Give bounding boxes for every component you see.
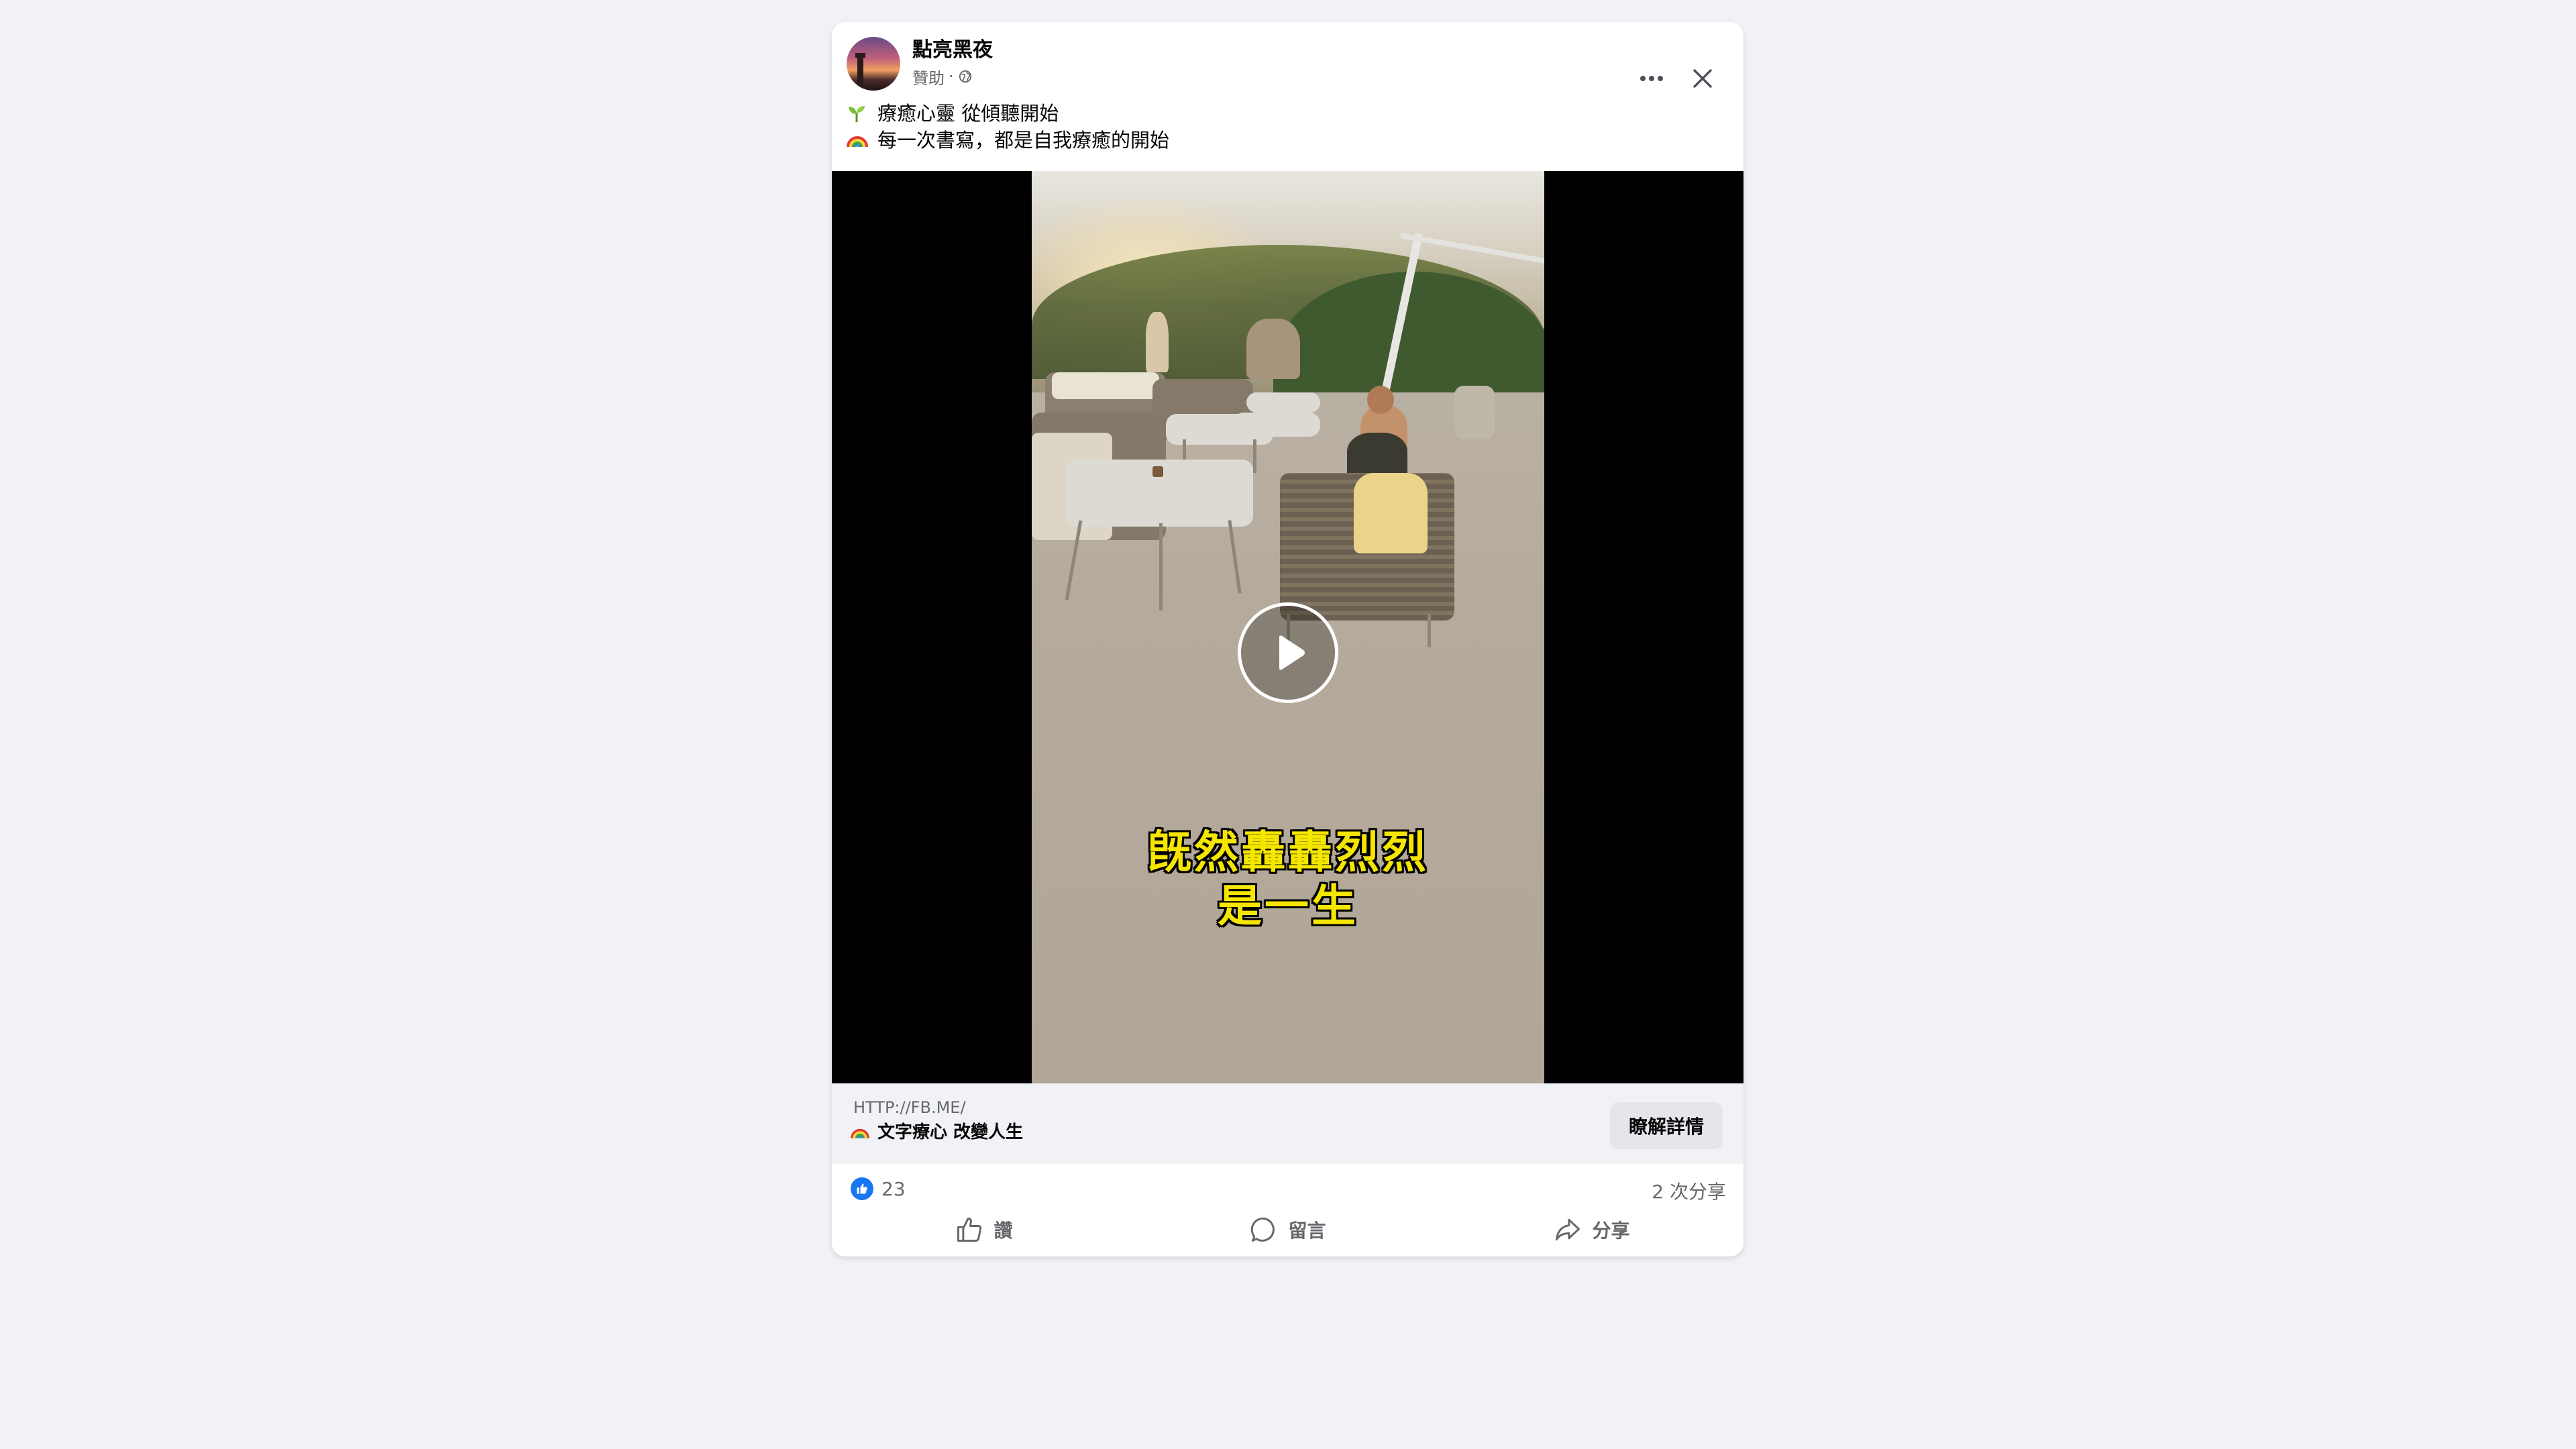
page-name-link[interactable]: 點亮黑夜 — [912, 37, 993, 64]
rainbow-icon — [847, 130, 869, 150]
link-title-text: 文字療心 改變人生 — [877, 1122, 1024, 1142]
play-icon[interactable] — [1238, 602, 1338, 703]
cup — [1152, 466, 1163, 477]
like-reaction-icon — [851, 1177, 873, 1200]
chair-cushion — [1354, 473, 1428, 553]
like-label: 讚 — [994, 1220, 1013, 1242]
action-bar: 讚 留言 分享 — [832, 1210, 1743, 1250]
page-avatar[interactable] — [847, 37, 900, 91]
sponsored-post-card: 點亮黑夜 贊助 · 療癒心靈 從傾聽開始 每一次書寫，都是自我療癒的開始 旣然轟… — [832, 22, 1743, 1256]
table-leg — [1253, 439, 1256, 473]
link-title: 文字療心 改變人生 — [851, 1121, 1023, 1144]
comment-label: 留言 — [1288, 1220, 1326, 1242]
side-table — [1246, 392, 1320, 413]
link-url: HTTP://FB.ME/ — [853, 1098, 966, 1117]
post-line-text: 每一次書寫，都是自我療癒的開始 — [877, 129, 1170, 152]
share-label: 分享 — [1592, 1220, 1630, 1242]
reactions-summary[interactable]: 23 — [851, 1177, 906, 1200]
chair-leg — [1428, 614, 1431, 647]
globe-icon — [959, 70, 971, 83]
guest-figure — [1146, 312, 1169, 372]
share-count[interactable]: 2 次分享 — [1652, 1177, 1726, 1204]
post-meta: 贊助 · — [912, 65, 973, 88]
share-icon — [1556, 1218, 1580, 1241]
more-options-icon[interactable] — [1634, 61, 1669, 96]
chair-cushion — [1052, 372, 1159, 399]
guest-figure — [1246, 319, 1300, 379]
like-button[interactable]: 讚 — [832, 1210, 1136, 1250]
umbrella-beam — [1400, 233, 1544, 264]
table-leg — [1159, 523, 1163, 610]
comment-button[interactable]: 留言 — [1136, 1210, 1440, 1250]
video-player[interactable]: 旣然轟轟烈烈 是一生 — [832, 171, 1743, 1083]
share-button[interactable]: 分享 — [1440, 1210, 1743, 1250]
rainbow-icon — [851, 1122, 871, 1142]
comment-icon — [1251, 1218, 1275, 1242]
learn-more-button[interactable]: 瞭解詳情 — [1610, 1102, 1723, 1149]
video-subtitle-line1: 旣然轟轟烈烈 — [1147, 826, 1429, 878]
seedling-icon — [847, 103, 869, 123]
seated-guest-head — [1367, 386, 1394, 414]
link-preview[interactable]: HTTP://FB.ME/ 文字療心 改變人生 瞭解詳情 — [832, 1083, 1743, 1164]
like-count: 23 — [881, 1177, 906, 1200]
side-table — [1166, 414, 1273, 445]
post-line: 療癒心靈 從傾聽開始 — [847, 100, 1719, 127]
post-stats: 23 2 次分享 — [832, 1169, 1743, 1210]
sponsored-label[interactable]: 贊助 — [912, 65, 945, 89]
post-line-text: 療癒心靈 從傾聽開始 — [877, 102, 1059, 125]
lighthouse-icon — [855, 53, 865, 91]
video-subtitle-line2: 是一生 — [1218, 879, 1358, 932]
close-icon[interactable] — [1685, 61, 1720, 96]
lounge-chair — [1454, 386, 1495, 439]
meta-separator: · — [949, 67, 954, 86]
post-line: 每一次書寫，都是自我療癒的開始 — [847, 127, 1719, 154]
thumbs-up-icon — [957, 1218, 982, 1242]
post-message: 療癒心靈 從傾聽開始 每一次書寫，都是自我療癒的開始 — [847, 100, 1719, 154]
